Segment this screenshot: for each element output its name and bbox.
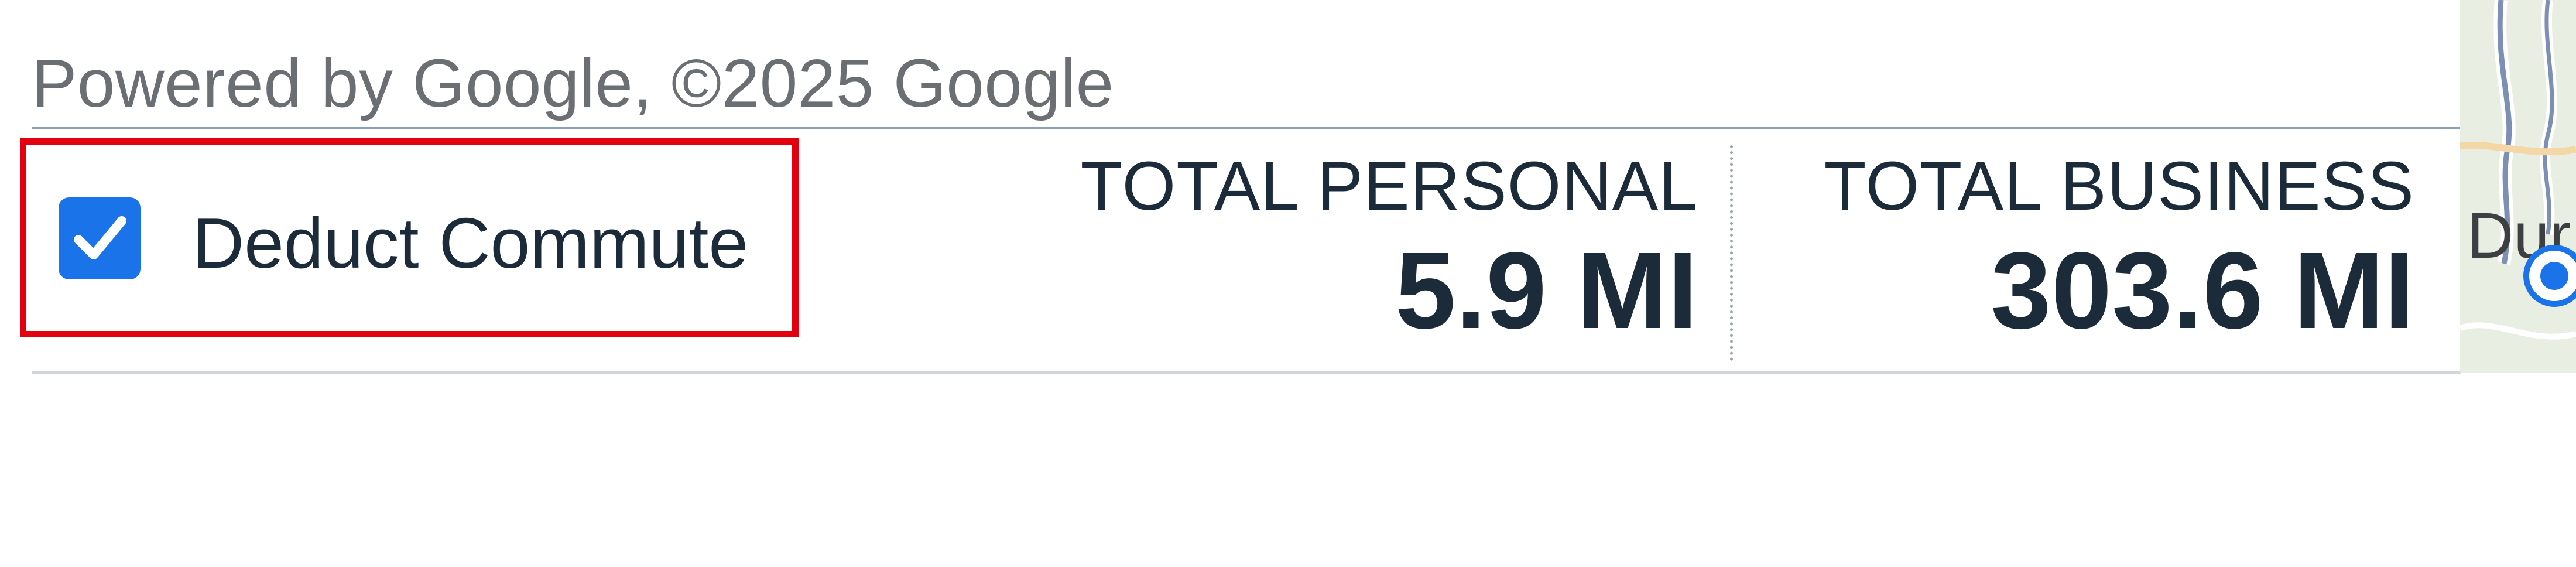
- attribution-divider: [32, 127, 2461, 129]
- totals-divider: [1730, 145, 1733, 361]
- total-business-value: 303.6 MI: [1991, 230, 2414, 351]
- mileage-summary-panel: Powered by Google, ©2025 Google Deduct C…: [0, 0, 2576, 567]
- total-business-label: TOTAL BUSINESS: [1824, 148, 2414, 225]
- google-attribution: Powered by Google, ©2025 Google: [32, 45, 1114, 121]
- checkmark-icon: [74, 216, 126, 259]
- deduct-commute-option[interactable]: Deduct Commute: [20, 138, 799, 337]
- summary-bottom-divider: [32, 371, 2461, 374]
- total-personal-block: TOTAL PERSONAL 5.9 MI: [1081, 145, 1698, 353]
- route-map[interactable]: Dur: [2460, 0, 2576, 373]
- total-personal-value: 5.9 MI: [1395, 230, 1698, 351]
- map-roads: [2460, 0, 2576, 373]
- deduct-commute-label[interactable]: Deduct Commute: [193, 202, 748, 284]
- deduct-commute-checkbox[interactable]: [59, 197, 141, 279]
- google-location-marker-icon[interactable]: [2522, 244, 2576, 308]
- total-business-block: TOTAL BUSINESS 303.6 MI: [1824, 145, 2414, 353]
- total-personal-label: TOTAL PERSONAL: [1080, 148, 1698, 225]
